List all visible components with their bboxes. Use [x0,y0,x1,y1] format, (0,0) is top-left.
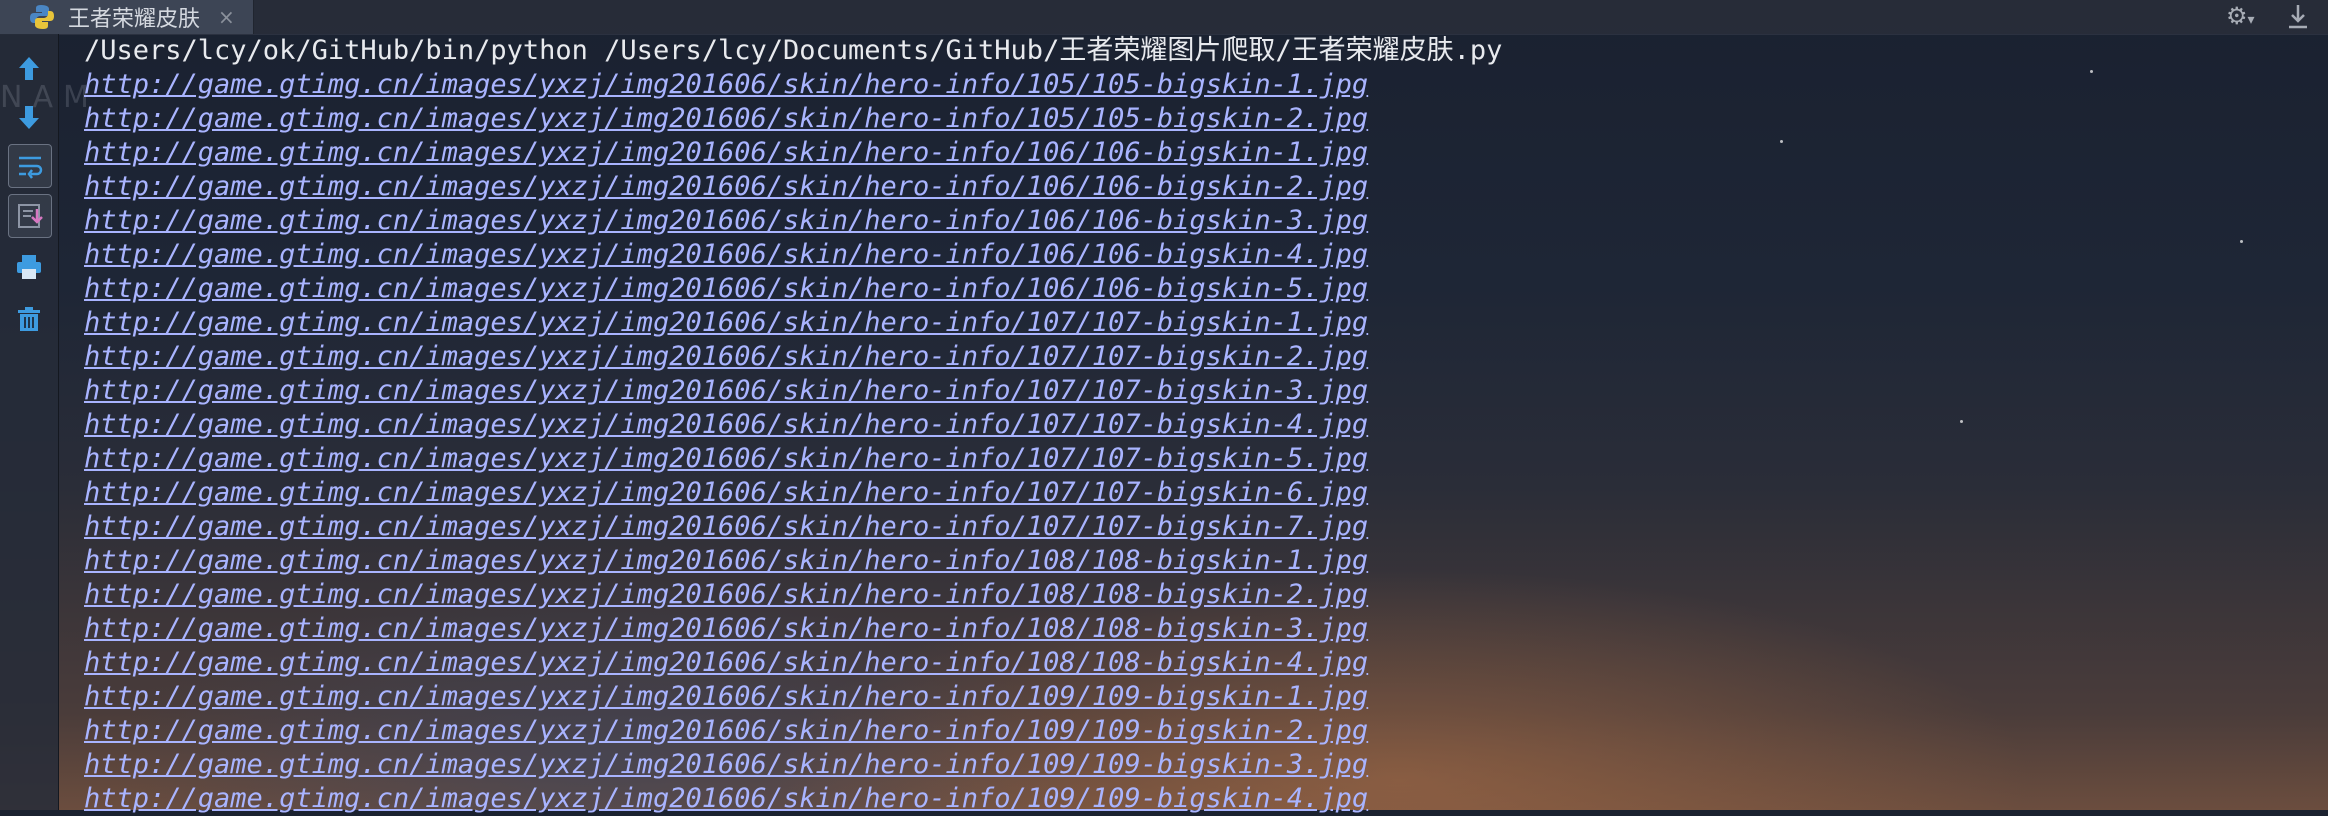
close-icon[interactable]: × [218,5,235,29]
console-link[interactable]: http://game.gtimg.cn/images/yxzj/img2016… [84,136,2314,170]
console-link[interactable]: http://game.gtimg.cn/images/yxzj/img2016… [84,748,2314,782]
console-link[interactable]: http://game.gtimg.cn/images/yxzj/img2016… [84,102,2314,136]
gear-icon[interactable]: ⚙▾ [2226,2,2266,30]
console-link[interactable]: http://game.gtimg.cn/images/yxzj/img2016… [84,374,2314,408]
console-toolbar [0,34,59,810]
console-link[interactable]: http://game.gtimg.cn/images/yxzj/img2016… [84,68,2314,102]
console-link[interactable]: http://game.gtimg.cn/images/yxzj/img2016… [84,646,2314,680]
output-links: http://game.gtimg.cn/images/yxzj/img2016… [84,68,2314,816]
console-link[interactable]: http://game.gtimg.cn/images/yxzj/img2016… [84,238,2314,272]
run-command: /Users/lcy/ok/GitHub/bin/python /Users/l… [84,35,1503,66]
soft-wrap-icon[interactable] [8,144,52,188]
console-link[interactable]: http://game.gtimg.cn/images/yxzj/img2016… [84,306,2314,340]
console-link[interactable]: http://game.gtimg.cn/images/yxzj/img2016… [84,170,2314,204]
console-link[interactable]: http://game.gtimg.cn/images/yxzj/img2016… [84,442,2314,476]
trash-icon[interactable] [8,298,50,340]
console-link[interactable]: http://game.gtimg.cn/images/yxzj/img2016… [84,340,2314,374]
console-link[interactable]: http://game.gtimg.cn/images/yxzj/img2016… [84,612,2314,646]
console-link[interactable]: http://game.gtimg.cn/images/yxzj/img2016… [84,680,2314,714]
python-icon [30,5,54,29]
print-icon[interactable] [8,246,50,288]
console-link[interactable]: http://game.gtimg.cn/images/yxzj/img2016… [84,476,2314,510]
console-link[interactable]: http://game.gtimg.cn/images/yxzj/img2016… [84,714,2314,748]
console-link[interactable]: http://game.gtimg.cn/images/yxzj/img2016… [84,544,2314,578]
console-link[interactable]: http://game.gtimg.cn/images/yxzj/img2016… [84,578,2314,612]
console-link[interactable]: http://game.gtimg.cn/images/yxzj/img2016… [84,510,2314,544]
console-link[interactable]: http://game.gtimg.cn/images/yxzj/img2016… [84,204,2314,238]
editor-tab-bar: 王者荣耀皮肤 × ⚙▾ [0,0,2328,35]
scroll-to-end-icon[interactable] [8,194,52,238]
console-output: /Users/lcy/ok/GitHub/bin/python /Users/l… [84,34,2314,816]
console-link[interactable]: http://game.gtimg.cn/images/yxzj/img2016… [84,408,2314,442]
tab-label: 王者荣耀皮肤 [68,7,201,32]
hide-panel-icon[interactable] [2284,2,2312,32]
tab-console[interactable]: 王者荣耀皮肤 × [0,0,254,34]
console-link[interactable]: http://game.gtimg.cn/images/yxzj/img2016… [84,782,2314,816]
console-link[interactable]: http://game.gtimg.cn/images/yxzj/img2016… [84,272,2314,306]
